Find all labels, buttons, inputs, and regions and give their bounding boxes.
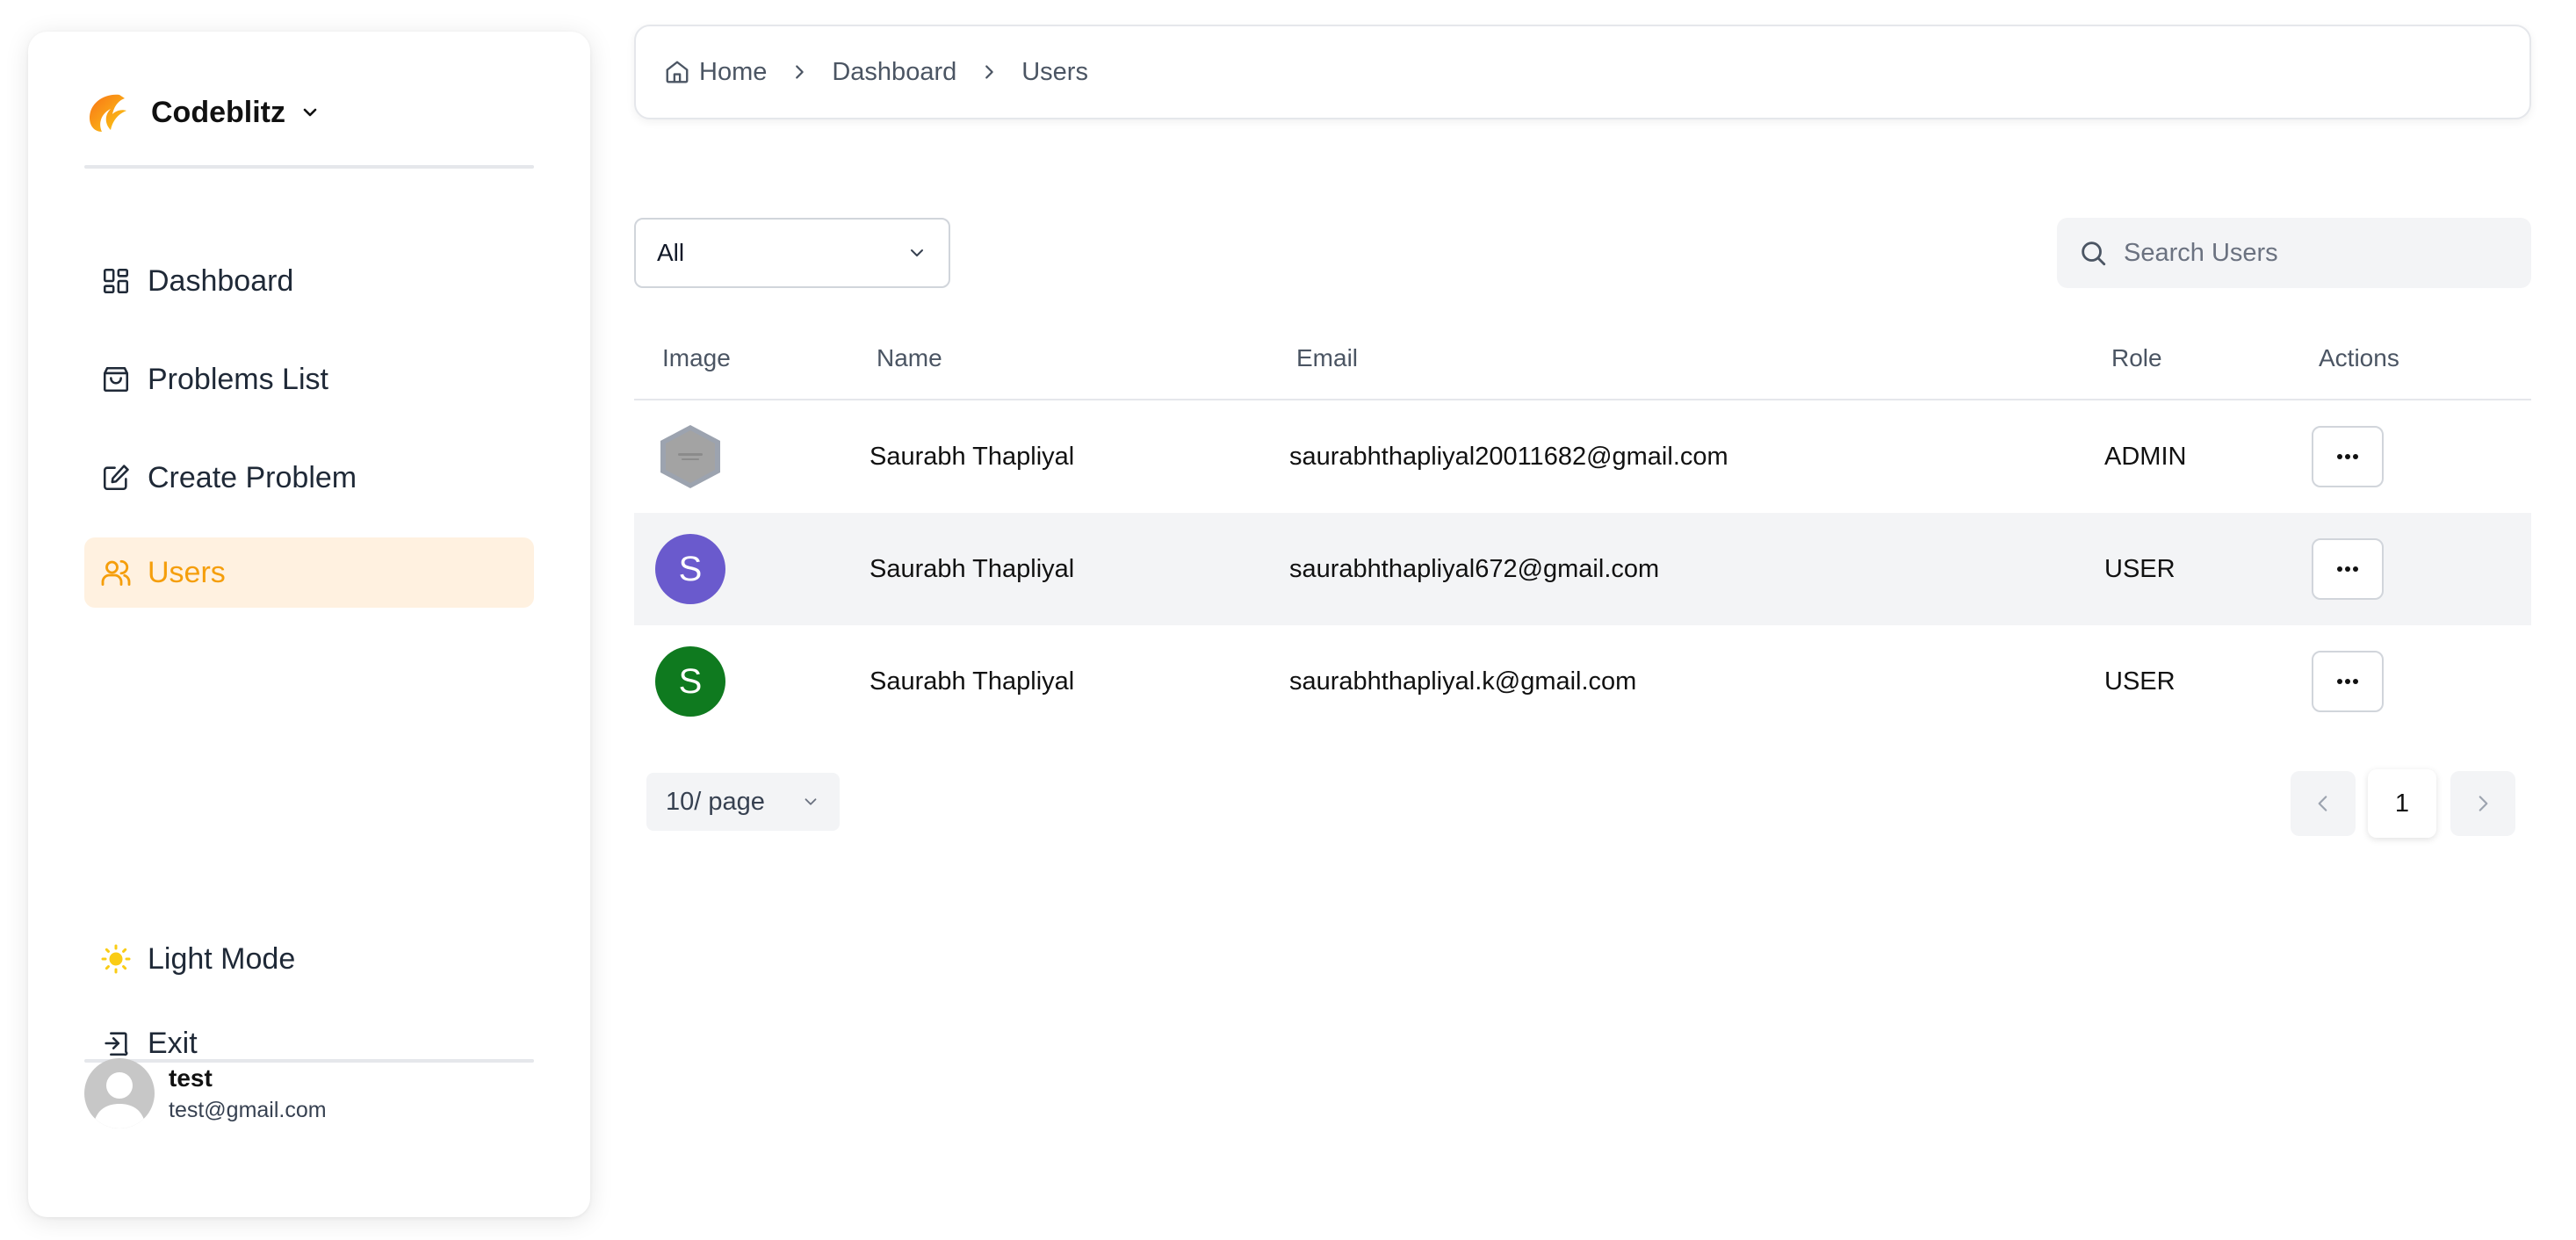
- users-icon: [100, 557, 132, 588]
- user-email-cell: saurabhthapliyal20011682@gmail.com: [1289, 442, 1728, 471]
- chevron-right-icon: [2479, 796, 2488, 811]
- role-filter-value: All: [657, 239, 685, 266]
- sidebar-item-label: Problems List: [148, 362, 328, 396]
- sidebar: Codeblitz Dashboard Problems List Create…: [28, 32, 590, 1217]
- sidebar-item-users[interactable]: Users: [84, 537, 534, 608]
- breadcrumb-label: Users: [1021, 57, 1088, 86]
- user-email-cell: saurabhthapliyal.k@gmail.com: [1289, 667, 1637, 696]
- sidebar-item-label: Users: [148, 555, 226, 589]
- sidebar-item-create-problem[interactable]: Create Problem: [84, 443, 534, 513]
- more-horizontal-icon: [2337, 679, 2358, 684]
- row-actions-button[interactable]: [2312, 651, 2384, 712]
- breadcrumb-label: Home: [699, 57, 768, 86]
- row-actions-button[interactable]: [2312, 538, 2384, 600]
- search-input[interactable]: [2124, 238, 2510, 268]
- table-header: Image Name Email Role Actions: [634, 325, 2531, 400]
- user-role-cell: ADMIN: [2104, 442, 2187, 471]
- table-row: S Saurabh Thapliyal saurabhthapliyal.k@g…: [634, 625, 2531, 738]
- avatar: [84, 1058, 155, 1128]
- column-header-image: Image: [662, 344, 731, 371]
- sidebar-divider: [84, 165, 534, 169]
- previous-page-button[interactable]: [2291, 771, 2356, 836]
- user-image-cell: S: [655, 513, 725, 625]
- page-size-value: 10/ page: [666, 787, 765, 816]
- search-icon: [2082, 242, 2106, 266]
- user-name-cell: Saurabh Thapliyal: [869, 667, 1075, 696]
- shopping-bag-icon: [100, 364, 132, 395]
- exit-label: Exit: [148, 1026, 198, 1060]
- search-box: [2057, 218, 2531, 288]
- column-header-email: Email: [1296, 344, 1359, 371]
- user-name-cell: Saurabh Thapliyal: [869, 442, 1075, 471]
- avatar: [660, 425, 720, 488]
- user-image-cell: S: [655, 625, 725, 738]
- sidebar-item-problems-list[interactable]: Problems List: [84, 344, 534, 415]
- chevron-left-icon: [2318, 796, 2327, 811]
- user-image-cell: [657, 400, 724, 513]
- next-page-button[interactable]: [2450, 771, 2515, 836]
- page-size-select[interactable]: 10/ page: [646, 773, 840, 831]
- row-actions-cell: [2312, 400, 2384, 513]
- light-mode-toggle[interactable]: Light Mode: [84, 924, 534, 994]
- breadcrumb: Home Dashboard Users: [634, 25, 2531, 119]
- chevron-right-icon: [790, 62, 809, 82]
- table-row: S Saurabh Thapliyal saurabhthapliyal672@…: [634, 513, 2531, 625]
- brand-switcher[interactable]: Codeblitz: [84, 84, 321, 141]
- light-mode-label: Light Mode: [148, 941, 296, 976]
- user-name: test: [169, 1063, 213, 1092]
- sidebar-item-label: Create Problem: [148, 460, 357, 494]
- more-horizontal-icon: [2337, 566, 2358, 572]
- breadcrumb-users[interactable]: Users: [1021, 58, 1088, 87]
- breadcrumb-label: Dashboard: [832, 57, 957, 86]
- sun-icon: [100, 943, 132, 975]
- brand-name: Codeblitz: [151, 95, 285, 129]
- codeblitz-logo-icon: [90, 94, 126, 132]
- current-user[interactable]: test test@gmail.com: [84, 1058, 327, 1128]
- chevron-down-icon: [303, 108, 317, 117]
- home-icon: [666, 61, 689, 83]
- table-row: Saurabh Thapliyal saurabhthapliyal200116…: [634, 400, 2531, 513]
- chevron-down-icon: [911, 249, 923, 256]
- avatar: S: [655, 534, 725, 604]
- breadcrumb-home[interactable]: Home: [664, 58, 767, 87]
- role-filter-select[interactable]: All: [634, 218, 950, 288]
- page-button-current[interactable]: 1: [2368, 769, 2436, 838]
- column-header-name: Name: [877, 344, 942, 371]
- dashboard-icon: [100, 265, 132, 297]
- exit-icon: [100, 1027, 132, 1059]
- row-actions-cell: [2312, 625, 2384, 738]
- row-actions-button[interactable]: [2312, 426, 2384, 487]
- avatar: S: [655, 646, 725, 717]
- sidebar-item-label: Dashboard: [148, 263, 294, 298]
- users-table: Image Name Email Role Actions Saurabh Th…: [634, 325, 2531, 738]
- column-header-actions: Actions: [2319, 344, 2399, 371]
- edit-icon: [100, 462, 132, 494]
- column-header-role: Role: [2111, 344, 2162, 371]
- user-role-cell: USER: [2104, 554, 2176, 583]
- chevron-right-icon: [979, 62, 999, 82]
- user-email: test@gmail.com: [169, 1097, 327, 1122]
- user-email-cell: saurabhthapliyal672@gmail.com: [1289, 554, 1660, 583]
- user-name-cell: Saurabh Thapliyal: [869, 554, 1075, 583]
- chevron-down-icon: [805, 798, 817, 805]
- more-horizontal-icon: [2337, 454, 2358, 459]
- row-actions-cell: [2312, 513, 2384, 625]
- breadcrumb-dashboard[interactable]: Dashboard: [832, 58, 956, 87]
- sidebar-item-dashboard[interactable]: Dashboard: [84, 246, 534, 316]
- user-role-cell: USER: [2104, 667, 2176, 696]
